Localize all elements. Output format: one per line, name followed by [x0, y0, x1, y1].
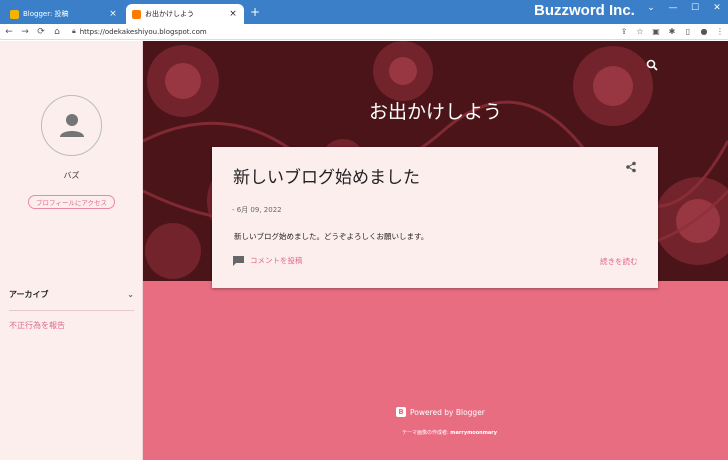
- blogger-favicon-icon: [10, 9, 19, 19]
- puzzle-icon[interactable]: ✱: [664, 27, 680, 36]
- theme-credit: テーマ画像の作成者: merrymoonmary: [402, 429, 497, 436]
- tab-close-icon[interactable]: ×: [108, 9, 118, 19]
- sidebar: バズ プロフィールにアクセス アーカイブ ⌄ 不正行為を報告: [0, 41, 143, 460]
- tab-title: お出かけしよう: [145, 10, 194, 18]
- window-controls: ⌄ — ☐ ✕: [640, 0, 728, 18]
- post-date[interactable]: - 6月 09, 2022: [232, 205, 282, 215]
- search-icon[interactable]: [646, 59, 658, 71]
- post-title[interactable]: 新しいブログ始めました: [233, 163, 420, 188]
- archive-label: アーカイブ: [9, 290, 49, 299]
- tab-close-icon[interactable]: ×: [228, 9, 238, 19]
- tab-strip: Blogger: 投稿 × お出かけしよう × + Buzzword Inc. …: [0, 0, 728, 24]
- sidebar-divider: [9, 310, 134, 311]
- menu-kebab-icon[interactable]: ⋮: [712, 27, 728, 36]
- powered-by-label: Powered by Blogger: [410, 407, 485, 417]
- comment-label: コメントを投稿: [250, 256, 303, 265]
- tab-search-button[interactable]: ⌄: [640, 0, 662, 18]
- avatar[interactable]: [41, 95, 102, 156]
- minimize-button[interactable]: —: [662, 0, 684, 18]
- address-toolbar: ← → ⟳ ⌂ 🔒︎ https://odekakeshiyou.blogspo…: [0, 24, 728, 40]
- forward-button[interactable]: →: [18, 27, 32, 37]
- share-icon[interactable]: [625, 161, 637, 173]
- report-abuse-link[interactable]: 不正行為を報告: [9, 320, 65, 331]
- chevron-down-icon[interactable]: ⌄: [127, 290, 134, 299]
- bookmark-star-icon[interactable]: ☆: [632, 27, 648, 36]
- lock-icon[interactable]: 🔒︎: [72, 27, 76, 36]
- maximize-button[interactable]: ☐: [684, 0, 706, 18]
- blog-title[interactable]: お出かけしよう: [143, 97, 728, 124]
- powered-by-blogger[interactable]: B Powered by Blogger: [396, 407, 485, 417]
- theme-credit-prefix: テーマ画像の作成者:: [402, 430, 451, 436]
- blogger-favicon-icon: [132, 9, 141, 19]
- tab-title: Blogger: 投稿: [23, 10, 69, 18]
- profile-name: バズ: [63, 171, 80, 180]
- read-more-link[interactable]: 続きを読む: [600, 256, 638, 267]
- share-page-icon[interactable]: ⇪: [616, 27, 632, 36]
- back-button[interactable]: ←: [2, 27, 16, 37]
- post-body: 新しいブログ始めました。どうぞよろしくお願いします。: [234, 232, 429, 241]
- post-comment-link[interactable]: コメントを投稿: [233, 255, 303, 266]
- archive-header[interactable]: アーカイブ ⌄: [9, 289, 134, 300]
- home-button[interactable]: ⌂: [50, 27, 64, 37]
- new-tab-button[interactable]: +: [248, 5, 262, 19]
- extension-icon[interactable]: ▣: [648, 27, 664, 36]
- tab-blogger-posts[interactable]: Blogger: 投稿 ×: [4, 4, 124, 24]
- tab-blog[interactable]: お出かけしよう ×: [126, 4, 244, 24]
- address-bar[interactable]: https://odekakeshiyou.blogspot.com: [80, 28, 616, 36]
- avatar-person-icon: [60, 114, 84, 137]
- window-brand-title: Buzzword Inc.: [534, 2, 635, 19]
- profile-icon[interactable]: ●: [696, 27, 712, 36]
- sidepanel-icon[interactable]: ▯: [680, 27, 696, 36]
- visit-profile-button[interactable]: プロフィールにアクセス: [28, 195, 115, 209]
- blogger-icon: B: [396, 407, 406, 417]
- toolbar-icons: ⇪ ☆ ▣ ✱ ▯ ● ⋮: [616, 27, 728, 36]
- post-card: 新しいブログ始めました - 6月 09, 2022 新しいブログ始めました。どう…: [212, 147, 658, 288]
- reload-button[interactable]: ⟳: [34, 27, 48, 37]
- theme-credit-author-link[interactable]: merrymoonmary: [450, 430, 497, 436]
- blog-page: バズ プロフィールにアクセス アーカイブ ⌄ 不正行為を報告 お出かけしよう 新…: [0, 41, 728, 460]
- close-window-button[interactable]: ✕: [706, 0, 728, 18]
- comment-icon: [233, 255, 244, 266]
